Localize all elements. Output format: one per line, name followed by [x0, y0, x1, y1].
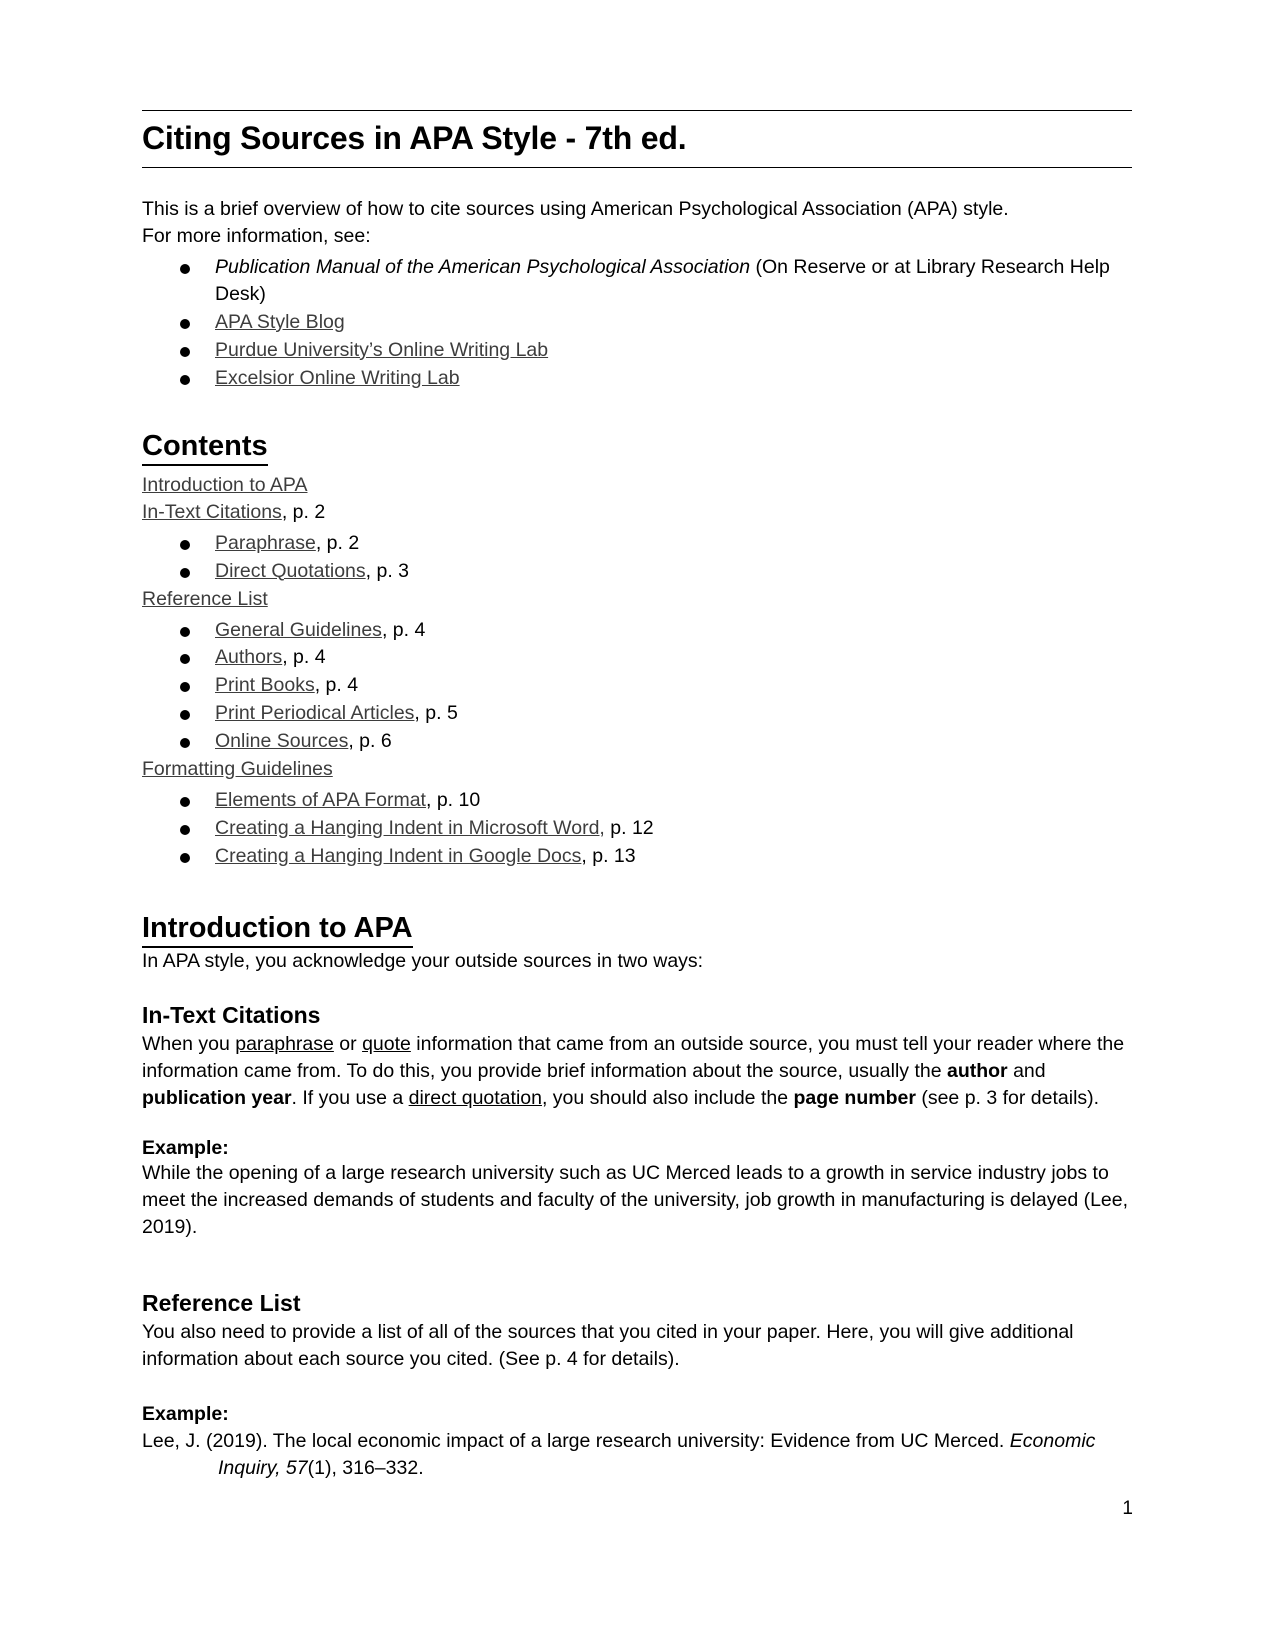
reference-citation-entry: Lee, J. (2019). The local economic impac…: [142, 1428, 1132, 1482]
toc-page-ref: , p. 4: [314, 674, 359, 697]
intro-line-2: For more information, see:: [142, 225, 371, 248]
list-item-publication-manual: Publication Manual of the American Psych…: [142, 254, 1132, 308]
reference-list-heading: Reference List: [142, 1290, 301, 1317]
link-quote[interactable]: quote: [362, 1033, 411, 1055]
title-bottom-rule: [142, 167, 1132, 169]
link-apa-style-blog[interactable]: APA Style Blog: [215, 311, 345, 333]
list-item-apa-style-blog[interactable]: APA Style Blog: [142, 309, 1132, 336]
toc-link-label[interactable]: In-Text Citations: [142, 501, 282, 523]
document-content: Citing Sources in APA Style - 7th ed. Th…: [142, 110, 1132, 1501]
paragraph-text-segment: , you should also include the: [541, 1086, 794, 1109]
resource-list: Publication Manual of the American Psych…: [142, 254, 1132, 392]
paragraph-text-segment: When you: [142, 1032, 236, 1055]
example-label-reference: Example:: [142, 1402, 229, 1425]
contents-heading: Contents: [142, 428, 268, 466]
toc-link-label[interactable]: Print Periodical Articles: [215, 702, 414, 724]
toc-page-ref: , p. 4: [381, 618, 426, 641]
toc-sublist-in-text-citations: Paraphrase, p. 2 Direct Quotations, p. 3: [142, 530, 1132, 585]
toc-link-label[interactable]: Paraphrase: [215, 532, 316, 554]
contents-section: Contents Introduction to APA In-Text Cit…: [142, 428, 1132, 870]
toc-link-label[interactable]: General Guidelines: [215, 619, 382, 641]
paragraph-text-segment: or: [333, 1032, 363, 1055]
document-page: Citing Sources in APA Style - 7th ed. Th…: [0, 0, 1275, 1650]
toc-page-ref: , p. 5: [414, 702, 458, 725]
toc-item-direct-quotations[interactable]: Direct Quotations, p. 3: [142, 558, 1132, 585]
toc-item-general-guidelines[interactable]: General Guidelines, p. 4: [142, 617, 1132, 644]
introduction-heading: Introduction to APA: [142, 910, 413, 948]
link-direct-quotation[interactable]: direct quotation: [409, 1087, 542, 1109]
paragraph-text-segment: . If you use a: [291, 1086, 409, 1109]
title-top-rule: [142, 110, 1132, 111]
table-of-contents: Introduction to APA In-Text Citations, p…: [142, 472, 1132, 870]
toc-link-label[interactable]: Creating a Hanging Indent in Microsoft W…: [215, 817, 605, 839]
toc-item-hanging-indent-word[interactable]: Creating a Hanging Indent in Microsoft W…: [142, 815, 1132, 842]
toc-item-reference-list[interactable]: Reference List: [142, 586, 1132, 613]
example-label-in-text: Example:: [142, 1137, 229, 1160]
toc-page-ref: , p. 13: [581, 844, 636, 867]
page-number: 1: [1122, 1498, 1133, 1519]
toc-link-label[interactable]: Creating a Hanging Indent in Google Docs: [215, 845, 581, 867]
emphasis-publication-year: publication year: [142, 1086, 292, 1109]
example-text-in-text: While the opening of a large research un…: [142, 1162, 1129, 1239]
in-text-citations-section: In-Text Citations When you paraphrase or…: [142, 1001, 1132, 1241]
paragraph-text-segment: (see p. 3 for details).: [915, 1086, 1100, 1109]
intro-line-1: This is a brief overview of how to cite …: [142, 198, 1009, 221]
link-purdue-owl[interactable]: Purdue University’s Online Writing Lab: [215, 339, 548, 361]
toc-page-ref: , p. 6: [348, 730, 392, 753]
in-text-citations-paragraph: When you paraphrase or quote information…: [142, 1031, 1132, 1112]
toc-link-label[interactable]: Online Sources: [215, 730, 348, 752]
toc-sublist-formatting-guidelines: Elements of APA Format, p. 10 Creating a…: [142, 787, 1132, 870]
toc-page-ref: , p. 2: [281, 500, 326, 523]
toc-link-label[interactable]: Print Books: [215, 674, 315, 696]
toc-item-authors[interactable]: Authors, p. 4: [142, 644, 1132, 671]
list-item-purdue-owl[interactable]: Purdue University’s Online Writing Lab: [142, 337, 1132, 364]
toc-sublist-reference-list: General Guidelines, p. 4 Authors, p. 4 P…: [142, 617, 1132, 756]
reference-list-section: Reference List You also need to provide …: [142, 1289, 1132, 1482]
toc-page-ref: , p. 10: [425, 788, 481, 811]
link-excelsior-owl[interactable]: Excelsior Online Writing Lab: [215, 367, 460, 389]
reference-list-body: You also need to provide a list of all o…: [142, 1321, 1074, 1370]
introduction-section: Introduction to APA In APA style, you ac…: [142, 910, 1132, 975]
toc-link-label[interactable]: Authors: [215, 646, 282, 668]
toc-page-ref: , p. 3: [365, 559, 410, 582]
emphasis-page-number: page number: [793, 1086, 916, 1109]
introduction-body: In APA style, you acknowledge your outsi…: [142, 949, 704, 972]
in-text-citations-heading: In-Text Citations: [142, 1001, 321, 1028]
toc-item-in-text-citations[interactable]: In-Text Citations, p. 2: [142, 499, 1132, 526]
toc-item-hanging-indent-google-docs[interactable]: Creating a Hanging Indent in Google Docs…: [142, 843, 1132, 870]
toc-page-ref: , p. 2: [315, 531, 360, 554]
toc-item-print-periodical-articles[interactable]: Print Periodical Articles, p. 5: [142, 700, 1132, 727]
toc-item-introduction-to-apa[interactable]: Introduction to APA: [142, 472, 1132, 499]
toc-page-ref: , p. 4: [282, 646, 326, 669]
publication-manual-title: Publication Manual of the American Psych…: [215, 256, 751, 279]
link-paraphrase[interactable]: paraphrase: [235, 1033, 334, 1055]
toc-page-ref: p. 12: [604, 816, 654, 839]
list-item-excelsior-owl[interactable]: Excelsior Online Writing Lab: [142, 365, 1132, 392]
citation-text-segment: (1), 316–332.: [307, 1456, 424, 1479]
paragraph-text-segment: and: [1007, 1059, 1046, 1082]
toc-item-print-books[interactable]: Print Books, p. 4: [142, 672, 1132, 699]
toc-link-label[interactable]: Elements of APA Format: [215, 789, 426, 811]
toc-item-online-sources[interactable]: Online Sources, p. 6: [142, 728, 1132, 755]
toc-link-label[interactable]: Direct Quotations: [215, 560, 366, 582]
toc-link-label[interactable]: Reference List: [142, 588, 268, 610]
toc-item-formatting-guidelines[interactable]: Formatting Guidelines: [142, 756, 1132, 783]
page-title: Citing Sources in APA Style - 7th ed.: [142, 120, 687, 156]
emphasis-author: author: [946, 1059, 1008, 1082]
toc-item-elements-of-apa-format[interactable]: Elements of APA Format, p. 10: [142, 787, 1132, 814]
citation-text-segment: Lee, J. (2019). The local economic impac…: [142, 1429, 1010, 1452]
toc-link-label[interactable]: Formatting Guidelines: [142, 758, 333, 780]
toc-item-paraphrase[interactable]: Paraphrase, p. 2: [142, 530, 1132, 557]
toc-link-label[interactable]: Introduction to APA: [142, 474, 308, 496]
